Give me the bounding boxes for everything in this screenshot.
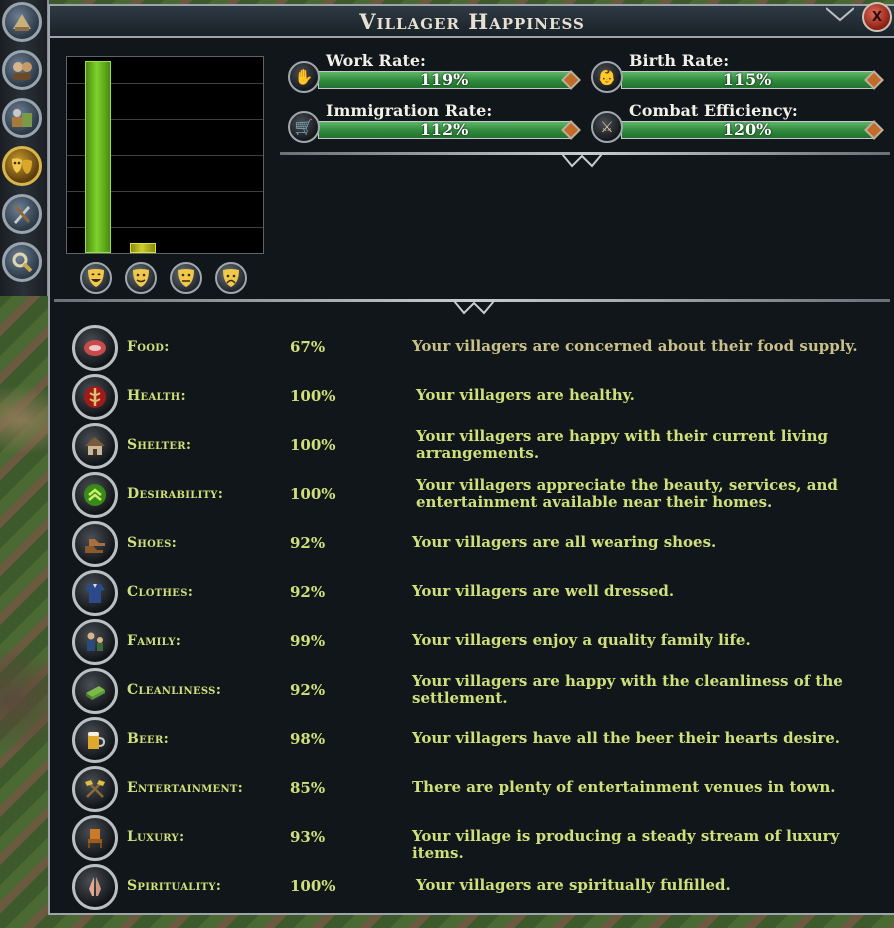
divider-ornament-icon — [454, 300, 494, 315]
very-happy-mask-icon — [80, 262, 112, 294]
factor-value: 100% — [290, 387, 336, 405]
factor-name: Spirituality: — [127, 878, 222, 894]
factor-value: 93% — [290, 828, 326, 846]
work-rate-stat: ✋ Work Rate: 119% — [288, 51, 588, 93]
factor-value: 92% — [290, 583, 326, 601]
work-hand-icon: ✋ — [288, 61, 320, 93]
neutral-mask-icon — [170, 262, 202, 294]
factor-value: 99% — [290, 632, 326, 650]
factor-description: Your villagers are all wearing shoes. — [412, 533, 717, 551]
work-rate-value: 119% — [419, 70, 469, 89]
divider-ornament-icon — [562, 153, 602, 168]
factor-luxury: Luxury: 93% Your village is producing a … — [72, 815, 872, 862]
factor-description: Your villagers are happy with their curr… — [416, 427, 829, 462]
chair-icon — [72, 815, 118, 861]
factor-entertainment: Entertainment: 85% There are plenty of e… — [72, 766, 872, 812]
baby-icon: 👶 — [591, 61, 623, 93]
factor-value: 100% — [290, 877, 336, 895]
factor-description: Your villagers are spiritually fulfilled… — [416, 876, 731, 894]
factor-cleanliness: Cleanliness: 92% Your villagers are happ… — [72, 668, 872, 714]
factor-shoes: Shoes: 92% Your villagers are all wearin… — [72, 521, 872, 567]
factor-clothes: Clothes: 92% Your villagers are well dre… — [72, 570, 872, 616]
immigration-rate-value: 112% — [419, 120, 469, 139]
factor-description: Your villagers appreciate the beauty, se… — [416, 476, 838, 511]
factor-value: 100% — [290, 436, 336, 454]
happy-mask-icon — [125, 262, 157, 294]
side-menu-rail — [0, 0, 49, 296]
family-icon — [72, 619, 118, 665]
goods-icon[interactable] — [2, 98, 42, 138]
page-title: Villager Happiness — [359, 8, 585, 34]
birth-rate-label: Birth Rate: — [629, 51, 730, 70]
combat-efficiency-stat: ⚔ Combat Efficiency: 120% — [591, 101, 891, 143]
caduceus-icon — [72, 374, 118, 420]
birth-rate-value: 115% — [722, 70, 772, 89]
factor-name: Family: — [127, 633, 182, 649]
factor-description: Your villagers are well dressed. — [412, 582, 675, 600]
city-icon[interactable] — [2, 2, 42, 42]
villagers-icon[interactable] — [2, 50, 42, 90]
factor-value: 85% — [290, 779, 326, 797]
immigration-rate-label: Immigration Rate: — [326, 101, 493, 120]
factor-value: 98% — [290, 730, 326, 748]
factor-desirability: Desirability: 100% Your villagers apprec… — [72, 472, 872, 518]
factor-name: Shoes: — [127, 535, 178, 551]
factor-name: Cleanliness: — [127, 682, 222, 698]
factor-value: 92% — [290, 681, 326, 699]
title-bar: Villager Happiness — [50, 6, 894, 38]
happiness-distribution-chart — [66, 56, 264, 254]
close-button[interactable]: X — [862, 2, 892, 32]
factor-description: Your villagers have all the beer their h… — [412, 729, 841, 747]
factor-name: Beer: — [127, 731, 170, 747]
factor-beer: Beer: 98% Your villagers have all the be… — [72, 717, 872, 763]
factor-shelter: Shelter: 100% Your villagers are happy w… — [72, 423, 872, 469]
factor-name: Shelter: — [127, 437, 192, 453]
corner-ornament-icon — [826, 7, 854, 22]
factor-food: Food: 67% Your villagers are concerned a… — [72, 325, 872, 371]
military-icon[interactable] — [2, 194, 42, 234]
meat-icon — [72, 325, 118, 371]
house-icon — [72, 423, 118, 469]
factor-description: Your villagers are concerned about their… — [412, 337, 858, 355]
clothes-icon — [72, 570, 118, 616]
villager-happiness-panel: Villager Happiness X ✋ Work Rate: 119% 👶… — [48, 2, 894, 915]
happy-bar — [130, 243, 156, 253]
factor-description: Your villagers are healthy. — [416, 386, 635, 404]
beer-mug-icon — [72, 717, 118, 763]
soap-icon — [72, 668, 118, 714]
factor-name: Food: — [127, 339, 170, 355]
factor-description: Your villagers are happy with the cleanl… — [412, 672, 843, 707]
birth-rate-stat: 👶 Birth Rate: 115% — [591, 51, 891, 93]
factor-value: 92% — [290, 534, 326, 552]
sword-icon: ⚔ — [591, 111, 623, 143]
chevron-up-icon — [72, 472, 118, 518]
factor-description: There are plenty of entertainment venues… — [412, 778, 836, 796]
factor-name: Clothes: — [127, 584, 194, 600]
factor-name: Luxury: — [127, 829, 185, 845]
factor-value: 67% — [290, 338, 326, 356]
happiness-masks-icon[interactable] — [2, 146, 42, 186]
combat-efficiency-value: 120% — [722, 120, 772, 139]
magnify-icon[interactable] — [2, 242, 42, 282]
very-happy-bar — [85, 61, 111, 253]
crossed-hammers-icon — [72, 766, 118, 812]
wagon-icon: 🛒 — [288, 111, 320, 143]
work-rate-label: Work Rate: — [326, 51, 426, 70]
factor-health: Health: 100% Your villagers are healthy. — [72, 374, 872, 420]
factor-description: Your villagers enjoy a quality family li… — [412, 631, 751, 649]
factor-name: Desirability: — [127, 486, 224, 502]
factor-name: Entertainment: — [127, 780, 244, 796]
factor-name: Health: — [127, 388, 186, 404]
factor-spirituality: Spirituality: 100% Your villagers are sp… — [72, 864, 872, 910]
combat-efficiency-label: Combat Efficiency: — [629, 101, 798, 120]
sad-mask-icon — [215, 262, 247, 294]
factor-description: Your village is producing a steady strea… — [412, 827, 840, 862]
factor-family: Family: 99% Your villagers enjoy a quali… — [72, 619, 872, 665]
immigration-rate-stat: 🛒 Immigration Rate: 112% — [288, 101, 588, 143]
praying-hands-icon — [72, 864, 118, 910]
shoes-icon — [72, 521, 118, 567]
factor-value: 100% — [290, 485, 336, 503]
